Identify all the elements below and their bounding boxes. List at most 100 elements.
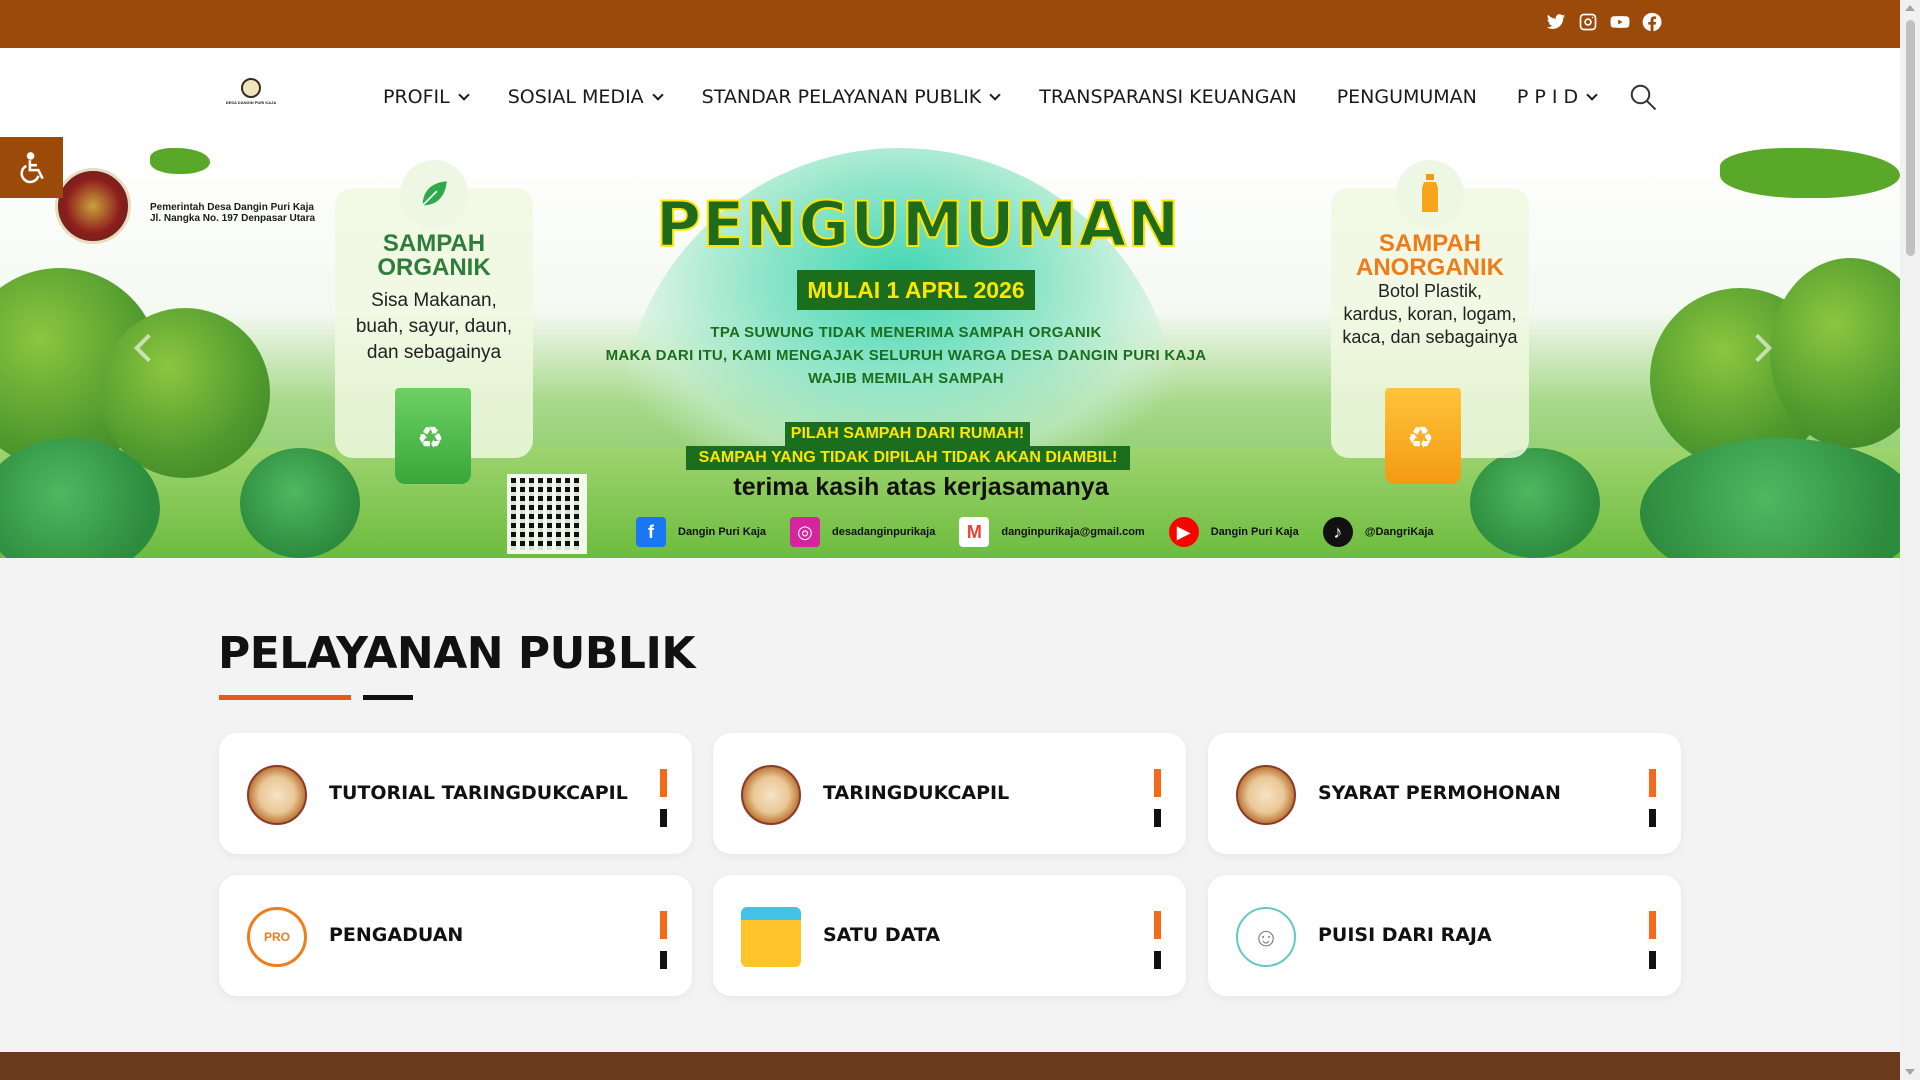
instagram-icon[interactable] (1578, 12, 1598, 32)
nav-profil[interactable]: PROFIL (383, 86, 470, 108)
chevron-down-icon (1586, 88, 1598, 101)
site-header: DESA DANGIN PURI KAJA PROFIL SOSIAL MEDI… (0, 48, 1900, 148)
accent-bar (660, 911, 667, 939)
scroll-down-icon[interactable] (1905, 1069, 1915, 1075)
scroll-up-icon[interactable] (1905, 5, 1915, 11)
accent-bar (1154, 911, 1161, 939)
accent-bar (1154, 809, 1161, 827)
accent-bar (1154, 951, 1161, 969)
nav-label: P P I D (1516, 86, 1579, 108)
section-title: PELAYANAN PUBLIK (218, 628, 695, 679)
tile-label: TARINGDUKCAPIL (823, 782, 1010, 804)
dukcapil-seal-icon (741, 765, 801, 825)
accessibility-button[interactable] (0, 137, 63, 198)
nav-sosial-media[interactable]: SOSIAL MEDIA (507, 86, 664, 108)
contact-text: Dangin Puri Kaja (678, 526, 767, 538)
title-underline (219, 695, 351, 700)
chevron-down-icon (458, 88, 470, 101)
scroll-thumb[interactable] (1906, 20, 1915, 256)
body-line: Sisa Makanan, (371, 290, 497, 311)
banner-line: MAKA DARI ITU, KAMI MENGAJAK SELURUH WAR… (605, 347, 1207, 364)
chevron-down-icon (652, 88, 664, 101)
site-logo[interactable]: DESA DANGIN PURI KAJA (218, 78, 284, 126)
banner-line: TPA SUWUNG TIDAK MENERIMA SAMPAH ORGANIK (710, 324, 1102, 341)
tile-label: PENGADUAN (329, 924, 464, 946)
tile-label: TUTORIAL TARINGDUKCAPIL (329, 782, 628, 804)
pro-denpasar-icon: PRO (247, 907, 307, 967)
twitter-icon[interactable] (1546, 12, 1566, 32)
tile-label: SATU DATA (823, 924, 941, 946)
nav-ppid[interactable]: P P I D (1516, 86, 1598, 108)
body-line: Botol Plastik, (1377, 281, 1483, 301)
nav-label: PENGUMUMAN (1336, 86, 1477, 108)
recycle-icon: ♻ (417, 422, 444, 455)
chevron-down-icon (989, 88, 1001, 101)
recycle-icon: ♻ (1407, 422, 1434, 455)
nav-label: PROFIL (383, 86, 450, 108)
nav-transparansi-keuangan[interactable]: TRANSPARANSI KEUANGAN (1039, 86, 1296, 108)
gmail-icon: M (959, 517, 990, 547)
nav-label: SOSIAL MEDIA (507, 86, 644, 108)
tile-pengaduan[interactable]: PRO PENGADUAN (219, 875, 692, 996)
accent-bar (1649, 951, 1656, 969)
icon-text: PRO (263, 930, 290, 944)
banner-thanks: terima kasih atas kerjasamanya (733, 473, 1109, 501)
contact-text: desadanginpurikaja (832, 526, 936, 538)
youtube-icon[interactable] (1610, 12, 1630, 32)
banner-title: PENGUMUMAN (655, 187, 1181, 262)
orange-bin-icon: ♻ (1385, 388, 1461, 484)
banner-highlight: PILAH SAMPAH DARI RUMAH! (785, 422, 1030, 446)
search-icon[interactable] (1628, 82, 1660, 114)
tile-label: PUISI DARI RAJA (1318, 924, 1492, 946)
next-section-strip (0, 1052, 1900, 1080)
nav-pengumuman[interactable]: PENGUMUMAN (1337, 86, 1477, 108)
youtube-icon: ▶ (1168, 517, 1199, 547)
accent-bar (1154, 769, 1161, 797)
accent-bar (660, 951, 667, 969)
accent-bar (1649, 769, 1656, 797)
tile-puisi-dari-raja[interactable]: ☺ PUISI DARI RAJA (1208, 875, 1681, 996)
accent-bar (660, 769, 667, 797)
bush-illustration (1470, 448, 1600, 558)
wheelchair-icon (19, 151, 44, 183)
facebook-icon: f (636, 517, 666, 547)
social-links (1546, 12, 1662, 32)
nav-label: STANDAR PELAYANAN PUBLIK (701, 86, 982, 108)
top-bar (0, 0, 1900, 48)
banner-highlight: SAMPAH YANG TIDAK DIPILAH TIDAK AKAN DIA… (686, 446, 1130, 470)
accent-bar (1649, 809, 1656, 827)
bush-illustration (240, 448, 360, 558)
folder-icon (741, 907, 801, 967)
leaf-decoration (150, 148, 210, 174)
main-nav: PROFIL SOSIAL MEDIA STANDAR PELAYANAN PU… (383, 86, 1636, 108)
tile-taringdukcapil[interactable]: TARINGDUKCAPIL (713, 733, 1186, 854)
tiktok-icon: ♪ (1322, 517, 1353, 547)
contact-text: @DangriKaja (1364, 526, 1434, 538)
banner-contacts: f Dangin Puri Kaja ◎ desadanginpurikaja Md… (636, 517, 1446, 547)
nav-label: TRANSPARANSI KEUANGAN (1039, 86, 1297, 108)
dukcapil-seal-icon (1236, 765, 1296, 825)
tile-tutorial-taringdukcapil[interactable]: TUTORIAL TARINGDUKCAPIL (219, 733, 692, 854)
tile-syarat-permohonan[interactable]: SYARAT PERMOHONAN (1208, 733, 1681, 854)
scrollbar[interactable] (1900, 0, 1920, 1080)
announcement-banner: Pemerintah Desa Dangin Puri Kaja Jl. Nan… (0, 148, 1900, 558)
body-line: kardus, koran, logam, (1343, 304, 1517, 324)
nav-standar-pelayanan[interactable]: STANDAR PELAYANAN PUBLIK (701, 86, 1001, 108)
instagram-icon: ◎ (790, 517, 821, 547)
title-underline (363, 695, 413, 700)
banner-date: MULAI 1 APRL 2026 (797, 270, 1035, 310)
green-bin-icon: ♻ (395, 388, 471, 484)
banner-line: WAJIB MEMILAH SAMPAH (808, 370, 1004, 387)
children-icon: ☺ (1236, 907, 1296, 967)
contact-text: Dangin Puri Kaja (1210, 526, 1299, 538)
tile-label: SYARAT PERMOHONAN (1318, 782, 1561, 804)
logo-text: DESA DANGIN PURI KAJA (225, 100, 277, 105)
contact-text: danginpurikaja@gmail.com (1001, 526, 1145, 538)
tile-satu-data[interactable]: SATU DATA (713, 875, 1186, 996)
dukcapil-seal-icon (247, 765, 307, 825)
facebook-icon[interactable] (1642, 12, 1662, 32)
accent-bar (1649, 911, 1656, 939)
qr-code (507, 474, 587, 554)
accent-bar (660, 809, 667, 827)
logo-emblem-icon (241, 78, 261, 98)
